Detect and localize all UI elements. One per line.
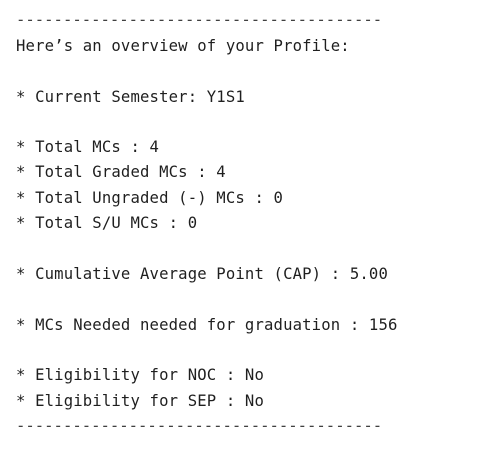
summary-heading: Here’s an overview of your Profile: xyxy=(16,37,350,55)
total-mcs-line: * Total MCs : 4 xyxy=(16,138,160,156)
mcs-needed-line: * MCs Needed needed for graduation : 156 xyxy=(16,316,398,334)
sep-eligibility-line: * Eligibility for SEP : No xyxy=(16,392,264,410)
noc-eligibility-line: * Eligibility for NOC : No xyxy=(16,366,264,384)
total-graded-mcs-line: * Total Graded MCs : 4 xyxy=(16,163,226,181)
divider-top: --------------------------------------- xyxy=(16,11,383,29)
total-ungraded-mcs-line: * Total Ungraded (-) MCs : 0 xyxy=(16,189,284,207)
total-su-mcs-line: * Total S/U MCs : 0 xyxy=(16,214,198,232)
current-semester-line: * Current Semester: Y1S1 xyxy=(16,88,245,106)
cap-line: * Cumulative Average Point (CAP) : 5.00 xyxy=(16,265,388,283)
divider-bottom: --------------------------------------- xyxy=(16,417,383,435)
